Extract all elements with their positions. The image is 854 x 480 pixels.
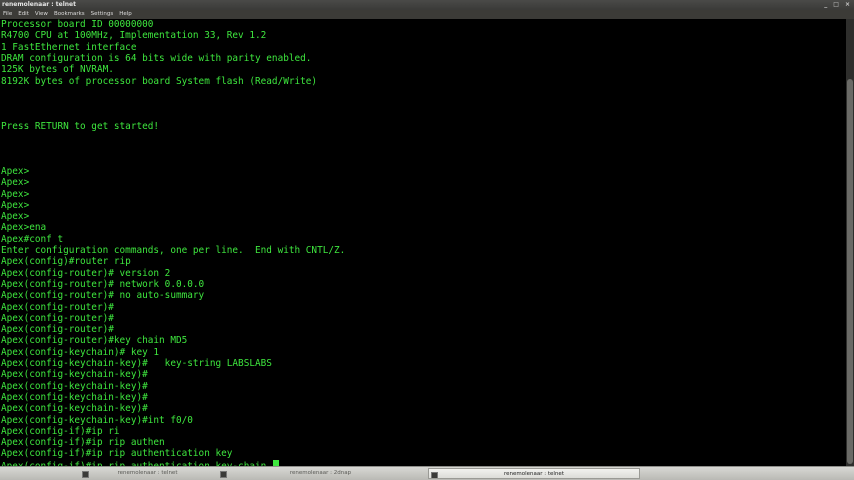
minimize-icon[interactable]: _ [824,0,827,10]
taskbar-item-telnet-2[interactable]: renemolenaar : telnet [428,468,640,479]
menu-bookmarks[interactable]: Bookmarks [51,10,88,19]
menu-file[interactable]: File [0,10,15,19]
terminal-line: Enter configuration commands, one per li… [1,245,346,256]
terminal-output[interactable]: Processor board ID 00000000 R4700 CPU at … [0,19,846,466]
terminal-line: DRAM configuration is 64 bits wide with … [1,52,312,64]
menu-view[interactable]: View [32,10,51,19]
menu-edit[interactable]: Edit [15,10,32,19]
scrollbar[interactable] [846,19,854,466]
terminal-line: Apex(config-keychain-key)# key-string LA… [1,358,272,369]
terminal-line: Apex> [1,199,30,211]
terminal-line: 8192K bytes of processor board System fl… [1,75,318,87]
taskbar-item-label: renemolenaar : telnet [504,471,564,477]
scrollbar-thumb[interactable] [847,79,853,464]
taskbar: renemolenaar : telnet renemolenaar : 2dn… [0,466,854,480]
terminal-line: Apex(config-keychain-key)# [1,369,148,381]
terminal-line: 1 FastEthernet interface [1,41,137,53]
terminal-line: Apex(config-keychain-key)# [1,391,148,403]
terminal-line: Apex#conf t [1,233,64,245]
terminal-line: Apex(config-router)# [1,301,114,313]
taskbar-item-label: renemolenaar : 2dnap [289,470,352,476]
terminal-line: Apex(config-keychain-key)#int f0/0 [1,414,193,426]
terminal-line: Processor board ID 00000000 [1,19,154,30]
terminal-line: Apex(config-keychain-key)# [1,403,148,415]
terminal-line: R4700 CPU at 100MHz, Implementation 33, … [1,30,267,42]
maximize-icon[interactable]: □ [833,0,839,10]
terminal-line: Apex(config-router)# network 0.0.0.0 [1,278,205,290]
taskbar-item-label: renemolenaar : telnet [117,470,178,476]
window-controls: _ □ × [824,0,850,10]
terminal-line: Apex(config-router)# [1,312,114,324]
terminal-line: Apex>ena [1,222,47,234]
menu-bar: File Edit View Bookmarks Settings Help [0,10,854,19]
terminal-line: Apex(config-if)#ip rip authen [1,437,165,449]
terminal-line: Apex> [1,188,30,200]
terminal-line: Apex(config-router)# no auto-summary [1,290,205,302]
terminal-line: Apex> [1,211,30,223]
terminal-line: Apex(config)#router rip [1,256,131,268]
terminal-line: Apex(config-router)# version 2 [1,267,171,279]
window-title: renemolenaar : telnet [2,1,76,8]
terminal-line: Apex> [1,177,30,189]
taskbar-item-telnet-1[interactable]: renemolenaar : telnet [80,468,215,479]
terminal-line: Apex> [1,165,30,177]
terminal-line: Press RETURN to get started! [1,120,160,132]
menu-settings[interactable]: Settings [88,10,117,19]
menu-help[interactable]: Help [116,10,135,19]
terminal-line: Apex(config-if)#ip ri [1,425,120,437]
terminal-line: Apex(config-router)# [1,324,114,336]
terminal-line: Apex(config-if)#ip rip authentication ke… [1,448,233,460]
close-icon[interactable]: × [845,0,850,10]
terminal-line: Apex(config-keychain-key)# [1,380,148,392]
terminal-line: Apex(config-router)#key chain MD5 [1,335,188,347]
taskbar-item-2dnap[interactable]: renemolenaar : 2dnap [218,468,423,479]
terminal-window: renemolenaar : telnet _ □ × File Edit View… [0,0,854,480]
terminal-line: Apex(config-keychain)# key 1 [1,346,160,358]
title-bar[interactable]: renemolenaar : telnet _ □ × [0,0,854,10]
terminal-line: 125K bytes of NVRAM. [1,64,114,76]
